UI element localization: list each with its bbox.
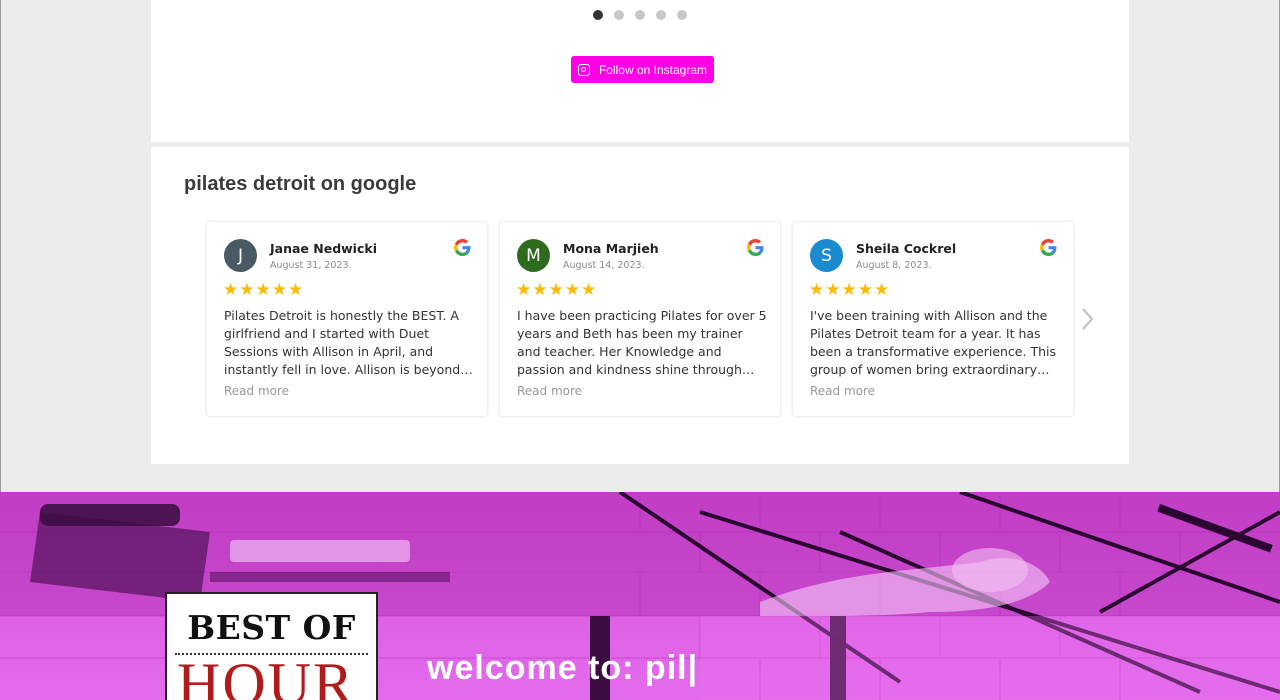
review-date: August 8, 2023. <box>856 260 932 271</box>
star-rating: ★★★★★ <box>809 280 891 300</box>
hero-banner: BEST OF HOUR welcome to: pil| <box>0 492 1280 700</box>
review-card: J Janae Nedwicki August 31, 2023. ★★★★★ … <box>207 222 487 416</box>
chevron-right-icon[interactable] <box>1080 305 1094 333</box>
avatar: M <box>517 239 550 272</box>
carousel-dot-2[interactable] <box>614 10 624 20</box>
reviewer-name: Sheila Cockrel <box>856 241 957 256</box>
welcome-heading: welcome to: pil| <box>427 649 699 687</box>
reviewer-name: Mona Marjieh <box>563 241 659 256</box>
read-more-link[interactable]: Read more <box>224 384 289 398</box>
carousel-dot-1[interactable] <box>593 10 603 20</box>
star-rating: ★★★★★ <box>223 280 305 300</box>
google-icon <box>454 239 471 256</box>
instagram-icon <box>577 63 590 76</box>
review-date: August 14, 2023. <box>563 260 645 271</box>
google-reviews-section: pilates detroit on google J Janae Nedwic… <box>151 147 1129 464</box>
reviews-title: pilates detroit on google <box>184 173 417 195</box>
instagram-section: Follow on Instagram <box>151 0 1129 142</box>
google-icon <box>1040 239 1057 256</box>
avatar: J <box>224 239 257 272</box>
badge-title: BEST OF <box>187 608 356 647</box>
follow-instagram-label: Follow on Instagram <box>598 62 708 77</box>
review-text: I have been practicing Pilates for over … <box>517 308 767 377</box>
read-more-link[interactable]: Read more <box>810 384 875 398</box>
carousel-dot-4[interactable] <box>656 10 666 20</box>
follow-instagram-button[interactable]: Follow on Instagram <box>571 56 714 83</box>
review-date: August 31, 2023. <box>270 260 352 271</box>
best-of-hour-badge: BEST OF HOUR <box>165 592 378 700</box>
review-card: M Mona Marjieh August 14, 2023. ★★★★★ I … <box>500 222 780 416</box>
star-rating: ★★★★★ <box>516 280 598 300</box>
carousel-dots <box>151 10 1129 20</box>
review-text: Pilates Detroit is honestly the BEST. A … <box>224 308 461 377</box>
window-border-left <box>0 0 1 492</box>
review-card: S Sheila Cockrel August 8, 2023. ★★★★★ I… <box>793 222 1073 416</box>
carousel-dot-5[interactable] <box>677 10 687 20</box>
avatar: S <box>810 239 843 272</box>
google-icon <box>747 239 764 256</box>
reviewer-name: Janae Nedwicki <box>270 241 377 256</box>
badge-subtitle: HOUR <box>177 651 356 700</box>
read-more-link[interactable]: Read more <box>517 384 582 398</box>
carousel-dot-3[interactable] <box>635 10 645 20</box>
review-text: I've been training with Allison and the … <box>810 308 1056 377</box>
